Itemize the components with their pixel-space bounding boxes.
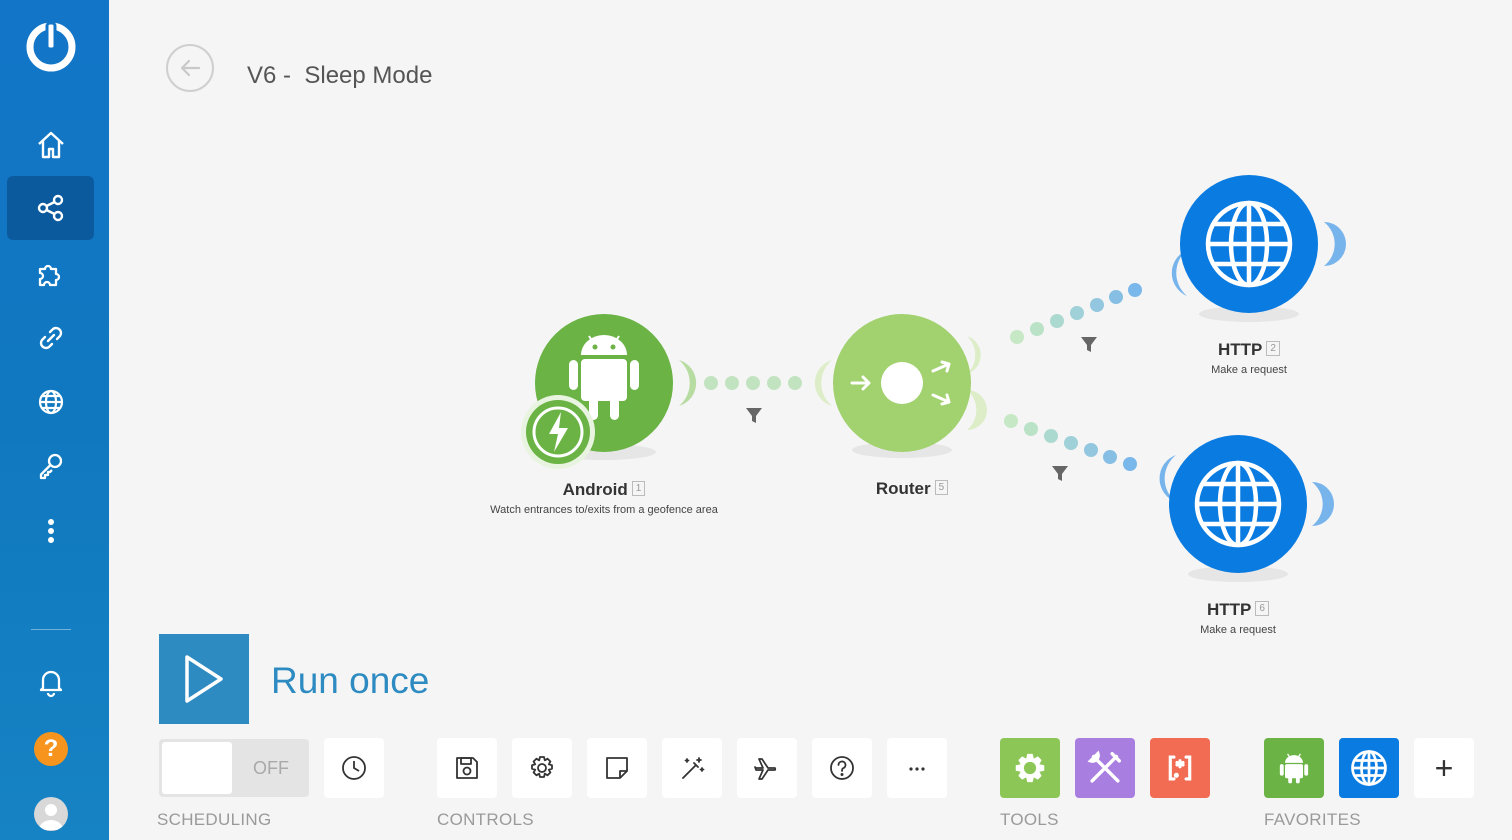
module-router[interactable] — [814, 314, 987, 458]
tool-tools[interactable] — [1075, 738, 1135, 798]
save-icon — [456, 757, 478, 779]
gear-icon — [531, 756, 553, 778]
connection-router-http-2[interactable] — [1010, 283, 1142, 344]
tools-group-label: TOOLS — [1000, 810, 1059, 829]
sidebar-item-scenarios[interactable] — [7, 176, 94, 240]
module-name: HTTP — [1218, 340, 1263, 359]
globe-icon — [1351, 750, 1387, 786]
favorite-android[interactable] — [1264, 738, 1324, 798]
sidebar-item-webhooks[interactable] — [7, 370, 94, 434]
globe-icon — [38, 389, 63, 415]
module-http-6[interactable] — [1159, 435, 1334, 582]
module-label-android: Android 1 Watch entrances to/exits from a… — [489, 480, 719, 516]
favorites-group-label: FAVORITES — [1264, 810, 1361, 829]
regex-bracket-icon — [1168, 755, 1192, 781]
module-label-http-6: HTTP 6 Make a request — [1178, 600, 1298, 636]
notes-button[interactable] — [587, 738, 647, 798]
module-index: 6 — [1255, 601, 1269, 617]
sidebar-item-connections[interactable] — [7, 306, 94, 370]
home-icon — [37, 131, 64, 159]
module-android[interactable] — [521, 314, 697, 469]
play-icon — [185, 655, 223, 703]
gear-icon — [1015, 753, 1045, 783]
scenario-canvas[interactable]: Android 1 Watch entrances to/exits from a… — [109, 100, 1512, 636]
note-icon — [606, 757, 628, 779]
airplane-icon — [754, 758, 777, 780]
wrench-screwdriver-icon — [1087, 750, 1121, 783]
help-icon[interactable]: ? — [34, 732, 68, 766]
avatar[interactable] — [34, 797, 68, 831]
module-name: HTTP — [1207, 600, 1252, 619]
make-logo-icon[interactable] — [24, 20, 78, 74]
tool-text-parser[interactable] — [1150, 738, 1210, 798]
explain-flow-button[interactable] — [737, 738, 797, 798]
module-http-2[interactable] — [1171, 175, 1346, 322]
question-circle-icon — [830, 756, 854, 780]
user-avatar-icon — [39, 804, 63, 830]
module-description: Make a request — [1200, 624, 1276, 636]
link-icon — [39, 326, 62, 350]
schedule-settings-button[interactable] — [324, 738, 384, 798]
run-once-label[interactable]: Run once — [271, 660, 429, 702]
sidebar-item-home[interactable] — [7, 113, 94, 177]
sidebar-item-templates[interactable] — [7, 242, 94, 306]
toggle-state: OFF — [253, 758, 289, 778]
sidebar-item-more[interactable] — [7, 499, 94, 563]
help-button[interactable] — [812, 738, 872, 798]
module-name: Android — [562, 480, 628, 499]
auto-align-button[interactable] — [662, 738, 722, 798]
run-once-button[interactable] — [159, 634, 249, 724]
android-icon — [1279, 753, 1309, 784]
save-button[interactable] — [437, 738, 497, 798]
puzzle-icon — [38, 264, 60, 287]
more-vertical-icon — [47, 519, 54, 543]
scenario-title[interactable]: V6 - Sleep Mode — [247, 62, 432, 90]
sidebar-divider — [31, 629, 71, 630]
scheduling-group-label: SCHEDULING — [157, 810, 272, 829]
connection-router-http-6[interactable] — [1004, 414, 1137, 471]
module-index: 1 — [631, 481, 646, 497]
module-description: Watch entrances to/exits from a geofence… — [490, 504, 718, 516]
key-icon — [39, 453, 62, 480]
share-icon — [37, 194, 63, 222]
module-name: Router — [875, 479, 931, 498]
module-description: Make a request — [1211, 364, 1287, 376]
more-controls-button[interactable] — [887, 738, 947, 798]
sidebar-item-notifications[interactable] — [7, 650, 94, 714]
arrow-left-icon — [180, 59, 201, 77]
module-label-router: Router 5 — [852, 479, 972, 499]
magic-wand-icon — [682, 757, 705, 779]
clock-icon — [342, 756, 366, 780]
controls-group-label: CONTROLS — [437, 810, 534, 829]
tool-flow-control[interactable] — [1000, 738, 1060, 798]
add-favorite-button[interactable]: + — [1414, 738, 1474, 798]
filter-icon[interactable] — [1052, 466, 1068, 481]
ellipsis-icon — [909, 767, 925, 771]
sidebar: ? — [0, 0, 109, 840]
module-index: 2 — [1266, 341, 1280, 357]
filter-icon[interactable] — [746, 408, 762, 423]
back-button[interactable] — [166, 44, 214, 92]
plus-icon: + — [1434, 750, 1454, 786]
module-index: 5 — [934, 480, 949, 496]
connection-android-router[interactable] — [704, 376, 802, 390]
sidebar-item-keys[interactable] — [7, 434, 94, 498]
bell-icon — [39, 670, 62, 698]
toggle-knob — [162, 742, 232, 794]
filter-icon[interactable] — [1081, 337, 1097, 352]
module-label-http-2: HTTP 2 Make a request — [1189, 340, 1309, 376]
favorite-http[interactable] — [1339, 738, 1399, 798]
scheduling-toggle[interactable]: OFF — [159, 739, 309, 797]
scenario-settings-button[interactable] — [512, 738, 572, 798]
